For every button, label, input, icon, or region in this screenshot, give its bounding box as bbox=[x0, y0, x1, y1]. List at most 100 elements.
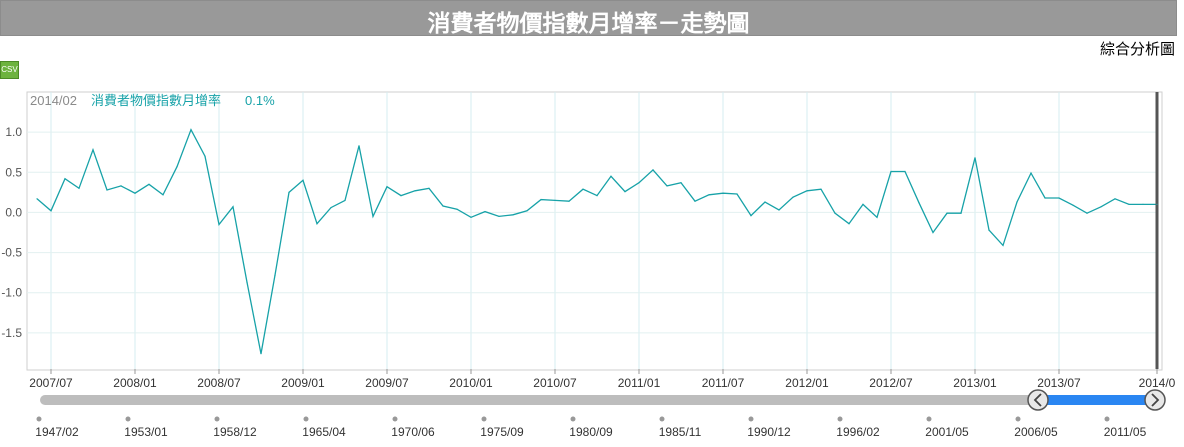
data-point bbox=[50, 210, 52, 212]
data-point bbox=[484, 211, 486, 213]
data-point bbox=[540, 199, 542, 201]
data-point bbox=[806, 190, 808, 192]
data-point bbox=[218, 223, 220, 226]
data-point bbox=[582, 188, 584, 190]
data-point bbox=[442, 205, 444, 207]
data-point bbox=[358, 145, 360, 147]
data-point bbox=[1114, 198, 1116, 200]
navigator-right-handle-icon[interactable] bbox=[1144, 389, 1166, 411]
data-point bbox=[666, 185, 668, 187]
data-point bbox=[36, 198, 38, 200]
series-line bbox=[36, 128, 1157, 354]
navigator-tick-dot bbox=[1015, 416, 1021, 422]
data-point bbox=[680, 182, 682, 184]
data-point bbox=[288, 191, 290, 193]
data-point bbox=[946, 212, 948, 214]
data-point bbox=[988, 229, 990, 231]
data-point bbox=[778, 209, 780, 211]
data-point bbox=[736, 193, 738, 195]
data-point bbox=[694, 200, 696, 202]
data-point bbox=[1044, 197, 1046, 199]
y-tick-label: 0.5 bbox=[5, 165, 22, 179]
data-point bbox=[848, 223, 850, 225]
navigator-tick-label: 1953/01 bbox=[124, 425, 168, 439]
data-point bbox=[246, 281, 248, 283]
data-point bbox=[134, 192, 136, 194]
x-tick-label: 2009/07 bbox=[365, 376, 409, 390]
data-point bbox=[330, 207, 332, 209]
data-point bbox=[190, 129, 192, 131]
tooltip-series-name: 消費者物價指數月增率 bbox=[91, 93, 221, 109]
x-tick-label: 2007/07 bbox=[29, 376, 73, 390]
data-point bbox=[1100, 206, 1102, 208]
chart: 1.0 0.5 0.0 -0.5 -1.0 -1.5 2007/07 2008/01 2008… bbox=[1, 91, 1176, 439]
data-point bbox=[652, 169, 654, 171]
data-point bbox=[1016, 201, 1018, 203]
x-tick-label: 2013/07 bbox=[1037, 376, 1081, 390]
navigator-tick-label: 1990/12 bbox=[747, 425, 791, 439]
x-tick-label: 2011/07 bbox=[702, 376, 745, 390]
data-point bbox=[470, 216, 472, 218]
data-point bbox=[960, 212, 962, 214]
navigator-selected-range[interactable] bbox=[1038, 395, 1155, 405]
data-point bbox=[148, 183, 150, 185]
data-point bbox=[792, 196, 794, 198]
navigator-tick-label: 2006/05 bbox=[1014, 425, 1058, 439]
plot-area-border bbox=[26, 91, 1163, 371]
data-point bbox=[1156, 203, 1158, 205]
data-point bbox=[904, 170, 906, 173]
navigator-tick-dot bbox=[392, 416, 398, 422]
data-point bbox=[386, 186, 388, 188]
data-point bbox=[64, 178, 66, 180]
data-point bbox=[372, 215, 374, 217]
tooltip-value: 0.1% bbox=[245, 93, 275, 108]
navigator-tick-dot bbox=[837, 416, 843, 422]
data-point bbox=[344, 199, 346, 201]
data-point bbox=[428, 187, 430, 189]
navigator-tick-dot bbox=[303, 416, 309, 422]
data-point bbox=[876, 216, 878, 218]
navigator-tick-dot bbox=[1104, 416, 1110, 422]
data-point bbox=[1128, 203, 1130, 205]
data-point bbox=[932, 231, 934, 234]
data-point bbox=[260, 353, 262, 355]
data-point bbox=[1058, 197, 1060, 199]
data-point bbox=[414, 190, 416, 192]
data-point bbox=[862, 203, 864, 205]
data-point bbox=[624, 191, 626, 193]
data-point bbox=[204, 155, 206, 157]
data-point bbox=[162, 194, 164, 196]
navigator-tick-dot bbox=[570, 416, 576, 422]
x-tick-label: 2013/01 bbox=[953, 376, 997, 390]
tooltip-date: 2014/02 bbox=[30, 93, 77, 108]
navigator-tick-dot bbox=[926, 416, 932, 422]
navigator-tick-label: 1970/06 bbox=[391, 425, 435, 439]
data-point bbox=[498, 215, 500, 217]
data-point bbox=[638, 182, 640, 184]
data-point bbox=[1002, 244, 1004, 246]
navigator-left-handle-icon[interactable] bbox=[1027, 389, 1049, 411]
navigator-tick-label: 1958/12 bbox=[213, 425, 257, 439]
data-point bbox=[92, 149, 94, 151]
navigator-tick-label: 1947/02 bbox=[35, 425, 79, 439]
data-point bbox=[526, 210, 528, 212]
navigator-tick-label: 1975/09 bbox=[480, 425, 524, 439]
data-point bbox=[316, 223, 318, 225]
data-point bbox=[400, 195, 402, 197]
navigator-tick-label: 1996/02 bbox=[836, 425, 880, 439]
x-tick-label: 2012/07 bbox=[869, 376, 913, 390]
data-point bbox=[274, 274, 276, 276]
data-point bbox=[834, 212, 836, 214]
navigator-track[interactable] bbox=[40, 395, 1158, 405]
y-tick-label: 0.0 bbox=[5, 205, 22, 219]
y-tick-label: -1.5 bbox=[1, 326, 22, 340]
x-tick-label: 2008/07 bbox=[197, 376, 241, 390]
y-tick-label: -0.5 bbox=[1, 246, 22, 260]
data-point bbox=[610, 175, 612, 177]
data-point bbox=[890, 170, 892, 173]
navigator-tick-dot bbox=[481, 416, 487, 422]
data-point bbox=[1030, 172, 1032, 174]
data-point bbox=[78, 187, 80, 189]
data-point bbox=[918, 202, 920, 204]
data-point bbox=[750, 215, 752, 217]
